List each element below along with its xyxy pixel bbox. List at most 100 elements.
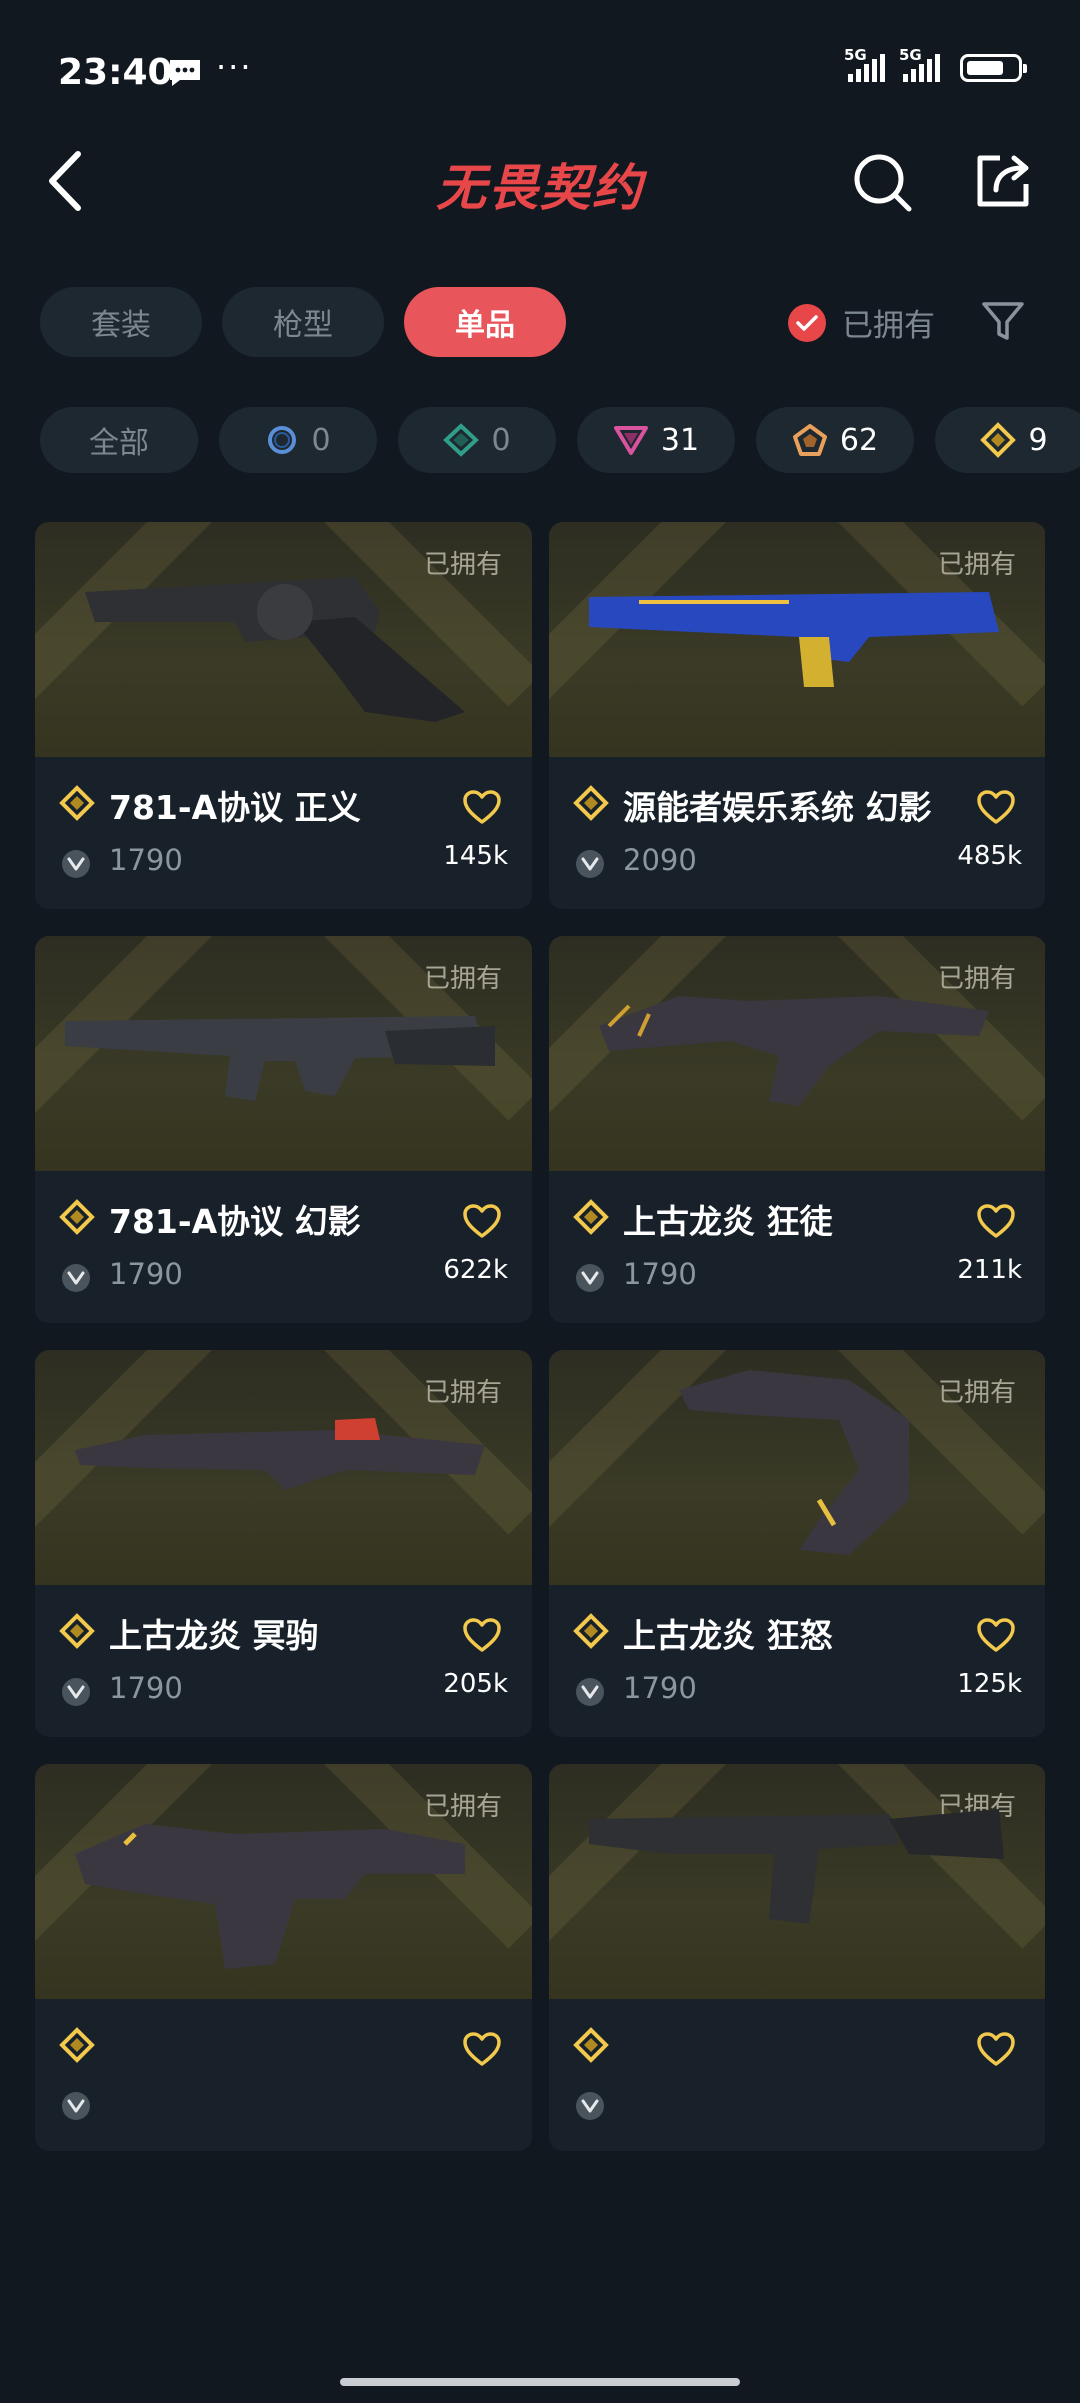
- skin-card[interactable]: 已拥有 上古龙炎 狂徒 1790 211k: [549, 936, 1045, 1323]
- heart-icon[interactable]: [976, 789, 1016, 825]
- heart-icon[interactable]: [462, 1203, 502, 1239]
- category-tabs: 套装 枪型 单品: [40, 287, 566, 357]
- skin-info: 上古龙炎 狂怒 1790 125k: [549, 1585, 1045, 1737]
- ultra-tier-icon: [573, 785, 609, 821]
- message-notification-icon: [170, 60, 200, 86]
- tier-filter-premium[interactable]: 31: [577, 407, 735, 473]
- ultra-tier-icon: [573, 1613, 609, 1649]
- skin-card[interactable]: 已拥有 上古龙炎 冥驹 1790 205k: [35, 1350, 532, 1737]
- like-count: 145k: [443, 841, 508, 871]
- tier-filter-count: 0: [491, 422, 511, 458]
- skin-name: 上古龙炎 冥驹: [109, 1616, 319, 1655]
- skin-price: 1790: [623, 1671, 697, 1705]
- ultra-tier-icon: [59, 1613, 95, 1649]
- skin-image: 已拥有: [549, 1350, 1045, 1585]
- rifle-skin-image: [589, 592, 999, 687]
- valorant-points-icon: [62, 1678, 90, 1706]
- skin-price: 2090: [623, 843, 697, 877]
- home-indicator[interactable]: [340, 2378, 740, 2386]
- owned-filter-toggle[interactable]: 已拥有: [788, 300, 935, 345]
- skin-card[interactable]: 已拥有 781-A协议 正义 1790 145k: [35, 522, 532, 909]
- skin-price: 1790: [109, 1671, 183, 1705]
- search-icon[interactable]: [852, 152, 914, 214]
- signal-icon-1: 5G: [844, 46, 885, 82]
- valorant-points-icon: [62, 850, 90, 878]
- dragon-pistol-skin-image: [679, 1370, 909, 1555]
- signal-icon-2: 5G: [899, 46, 940, 82]
- tier-filter-all[interactable]: 全部: [40, 407, 198, 473]
- valorant-points-icon: [576, 1264, 604, 1292]
- heart-icon[interactable]: [976, 1617, 1016, 1653]
- skin-card[interactable]: 已拥有 781-A协议 幻影 1790 622k: [35, 936, 532, 1323]
- tier-filter-count: 31: [660, 422, 700, 458]
- heart-icon[interactable]: [462, 1617, 502, 1653]
- skin-name: 源能者娱乐系统 幻影: [623, 788, 932, 827]
- dragon-rifle-skin-image: [599, 996, 989, 1106]
- skin-info: 上古龙炎 冥驹 1790 205k: [35, 1585, 532, 1737]
- tier-filter-select[interactable]: 0: [219, 407, 377, 473]
- more-notifications-icon: ···: [216, 48, 253, 86]
- skin-name: 上古龙炎 狂徒: [623, 1202, 833, 1241]
- valorant-points-icon: [62, 2092, 90, 2120]
- tab-weapon-type[interactable]: 枪型: [222, 287, 384, 357]
- ultra-tier-icon: [573, 2027, 609, 2063]
- skin-card[interactable]: 已拥有 上古龙炎 狂怒 1790 125k: [549, 1350, 1045, 1737]
- tier-filter-bar: 全部 0 0 31 62 9: [40, 407, 1080, 473]
- heart-icon[interactable]: [462, 2031, 502, 2067]
- skin-image: 已拥有: [35, 522, 532, 757]
- tier-filter-deluxe[interactable]: 0: [398, 407, 556, 473]
- tab-single-items[interactable]: 单品: [404, 287, 566, 357]
- like-count: 205k: [443, 1669, 508, 1699]
- tier-filter-label: 全部: [89, 426, 149, 461]
- skin-card[interactable]: 已拥有: [549, 1764, 1045, 2151]
- revolver-skin-image: [85, 577, 465, 722]
- share-icon[interactable]: [974, 152, 1032, 210]
- like-count: 211k: [957, 1255, 1022, 1285]
- skin-image: 已拥有: [35, 1764, 532, 1999]
- tier-filter-count: 9: [1028, 422, 1048, 458]
- ultra-tier-icon: [980, 422, 1017, 458]
- status-time: 23:40: [58, 52, 173, 93]
- ultra-tier-icon: [573, 1199, 609, 1235]
- tier-filter-ultra[interactable]: 9: [935, 407, 1080, 473]
- deluxe-tier-icon: [443, 423, 480, 457]
- tab-bundles[interactable]: 套装: [40, 287, 202, 357]
- skin-name: 上古龙炎 狂怒: [623, 1616, 833, 1655]
- like-count: 485k: [957, 841, 1022, 871]
- tier-filter-exclusive[interactable]: 62: [756, 407, 914, 473]
- skin-card[interactable]: 已拥有 源能者娱乐系统 幻影 2090 485k: [549, 522, 1045, 909]
- valorant-points-icon: [576, 850, 604, 878]
- skin-price: 1790: [623, 1257, 697, 1291]
- checkmark-icon: [788, 303, 826, 342]
- dragon-shotgun-skin-image: [75, 1824, 465, 1969]
- skin-image: 已拥有: [35, 936, 532, 1171]
- like-count: 622k: [443, 1255, 508, 1285]
- skin-card[interactable]: 已拥有: [35, 1764, 532, 2151]
- heart-icon[interactable]: [976, 2031, 1016, 2067]
- skin-name: 781-A协议 正义: [109, 788, 361, 827]
- tier-filter-count: 0: [311, 422, 331, 458]
- skin-info: 781-A协议 正义 1790 145k: [35, 757, 532, 909]
- ultra-tier-icon: [59, 1199, 95, 1235]
- like-count: 125k: [957, 1669, 1022, 1699]
- filter-funnel-icon[interactable]: [980, 300, 1026, 342]
- skin-info: 781-A协议 幻影 1790 622k: [35, 1171, 532, 1323]
- skin-info: 源能者娱乐系统 幻影 2090 485k: [549, 757, 1045, 909]
- skin-image: 已拥有: [549, 936, 1045, 1171]
- premium-tier-icon: [613, 426, 648, 455]
- skin-grid: 已拥有 全息波普//2.0 标配 1590 89k 已拥有 塑水宗 骇灵: [35, 515, 1045, 2353]
- skin-image: 已拥有: [549, 522, 1045, 757]
- select-tier-icon: [268, 426, 297, 454]
- heart-icon[interactable]: [976, 1203, 1016, 1239]
- smg-skin-image: [589, 1809, 1004, 1924]
- network-type-label: 5G: [899, 46, 922, 64]
- skin-info: 上古龙炎 狂徒 1790 211k: [549, 1171, 1045, 1323]
- tier-filter-count: 62: [839, 422, 879, 458]
- heart-icon[interactable]: [462, 789, 502, 825]
- dragon-sniper-skin-image: [75, 1418, 485, 1490]
- skin-image: 已拥有: [549, 1764, 1045, 1999]
- valorant-points-icon: [62, 1264, 90, 1292]
- skin-price: 1790: [109, 843, 183, 877]
- skin-name: 781-A协议 幻影: [109, 1202, 361, 1241]
- exclusive-tier-icon: [792, 424, 827, 456]
